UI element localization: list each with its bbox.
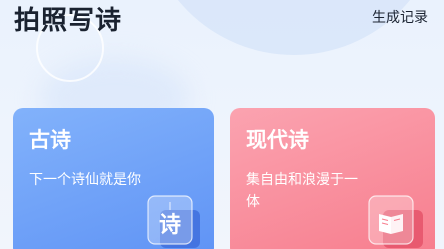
- modern-poetry-title: 现代诗: [246, 128, 309, 152]
- poem-character-glyph: 诗: [159, 213, 181, 238]
- poem-character-icon: 诗: [146, 188, 204, 248]
- generation-history-link[interactable]: 生成记录: [372, 8, 428, 28]
- modern-poetry-card[interactable]: 现代诗 集自由和浪漫于一体: [230, 108, 435, 249]
- modern-poetry-description: 集自由和浪漫于一体: [246, 172, 358, 210]
- page-title: 拍照写诗: [14, 6, 123, 36]
- ancient-poetry-card[interactable]: 古诗 下一个诗仙就是你 诗: [13, 108, 214, 249]
- ancient-poetry-description: 下一个诗仙就是你: [29, 172, 141, 188]
- open-book-icon: [367, 188, 425, 248]
- ancient-poetry-title: 古诗: [29, 128, 71, 152]
